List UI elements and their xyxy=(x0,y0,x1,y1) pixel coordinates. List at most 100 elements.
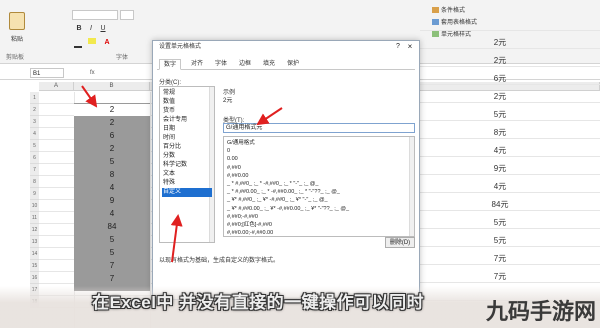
row-header[interactable]: 12 xyxy=(30,224,39,236)
cell-b-value[interactable]: 2 xyxy=(74,104,150,116)
row-header[interactable]: 10 xyxy=(30,200,39,212)
cell-b-value[interactable]: 84 xyxy=(74,221,150,233)
fx-label: fx xyxy=(90,70,95,76)
cell-right-value[interactable]: 7元 xyxy=(430,250,570,268)
tab-number[interactable]: 数字 xyxy=(159,59,182,70)
row-header[interactable]: 2 xyxy=(30,104,39,116)
row-header[interactable]: 5 xyxy=(30,140,39,152)
format-cells-dialog: 设置单元格格式 ? × 数字 对齐 字体 边框 填充 保护 分类(C): 常规数… xyxy=(152,40,420,300)
cell-right-value[interactable]: 2元 xyxy=(430,88,570,106)
cell-right-value[interactable]: 5元 xyxy=(430,106,570,124)
delete-button[interactable]: 删除(D) xyxy=(385,237,415,248)
help-icon[interactable]: ? xyxy=(393,41,403,53)
tab-alignment[interactable]: 对齐 xyxy=(187,59,207,70)
column-header-b[interactable]: B xyxy=(74,82,150,91)
row-header[interactable]: 8 xyxy=(30,176,39,188)
cell-right-value[interactable]: 5元 xyxy=(430,232,570,250)
cell-right-value[interactable]: 8元 xyxy=(430,124,570,142)
category-item[interactable]: 分数 xyxy=(162,152,212,161)
cell-b-value[interactable]: 5 xyxy=(74,247,150,259)
row-header[interactable]: 13 xyxy=(30,236,39,248)
table-icon xyxy=(432,19,439,26)
cell-b-value[interactable]: 4 xyxy=(74,182,150,194)
tab-border[interactable]: 边框 xyxy=(235,59,255,70)
bold-button[interactable]: B xyxy=(74,24,84,34)
format-as-table-button[interactable]: 套用表格格式 xyxy=(432,18,477,28)
border-icon[interactable] xyxy=(74,38,82,48)
row-header[interactable]: 1 xyxy=(30,92,39,104)
cell-right-value[interactable]: 2元 xyxy=(430,34,570,52)
underline-button[interactable]: U xyxy=(98,24,108,34)
site-watermark: 九码手游网 xyxy=(486,299,597,324)
cell-b-value[interactable]: 6 xyxy=(74,130,150,142)
category-item[interactable]: 科学记数 xyxy=(162,161,212,170)
cell-right-value[interactable]: 5元 xyxy=(430,214,570,232)
category-item[interactable]: 时间 xyxy=(162,134,212,143)
row-header[interactable]: 15 xyxy=(30,260,39,272)
row-header[interactable]: 3 xyxy=(30,116,39,128)
cell-right-value[interactable]: 2元 xyxy=(430,52,570,70)
format-code-item[interactable]: #,##0.00;-#,##0.00 xyxy=(226,229,406,238)
category-item[interactable]: 日期 xyxy=(162,125,212,134)
category-item[interactable]: 自定义 xyxy=(162,188,212,197)
category-item[interactable]: 数值 xyxy=(162,98,212,107)
row-header[interactable]: 4 xyxy=(30,128,39,140)
category-item[interactable]: 百分比 xyxy=(162,143,212,152)
category-label: 分类(C): xyxy=(159,80,181,86)
tab-protection[interactable]: 保护 xyxy=(283,59,303,70)
row-header[interactable]: 14 xyxy=(30,248,39,260)
row-header[interactable]: 9 xyxy=(30,188,39,200)
cell-b-value[interactable]: 9 xyxy=(74,195,150,207)
cell-right-value[interactable]: 4元 xyxy=(430,178,570,196)
row-header[interactable]: 16 xyxy=(30,272,39,284)
row-header[interactable]: 7 xyxy=(30,164,39,176)
category-item[interactable]: 常规 xyxy=(162,89,212,98)
cell-b-value[interactable]: 2 xyxy=(74,143,150,155)
format-code-list[interactable]: G/通用格式 0 0.00 #,##0 #,##0.00 _ * #,##0_ ;_ * … xyxy=(223,136,415,237)
cell-b-value[interactable]: 2 xyxy=(74,117,150,129)
row-header[interactable]: 6 xyxy=(30,152,39,164)
cell-right-value[interactable]: 6元 xyxy=(430,70,570,88)
conditional-format-button[interactable]: 条件格式 xyxy=(432,6,465,16)
italic-button[interactable]: I xyxy=(86,24,96,34)
font-group-label: 字体 xyxy=(116,55,129,61)
tab-font[interactable]: 字体 xyxy=(211,59,231,70)
sample-label: 示例 xyxy=(223,90,236,96)
conditional-format-label: 条件格式 xyxy=(441,8,466,14)
paste-label: 粘贴 xyxy=(10,37,23,43)
tab-fill[interactable]: 填充 xyxy=(259,59,279,70)
dialog-description: 以现有格式为基础，生成自定义的数字格式。 xyxy=(159,258,280,264)
paste-button[interactable]: 粘贴 xyxy=(6,10,28,44)
close-icon[interactable]: × xyxy=(405,41,415,53)
type-input[interactable]: G/通用格式元 xyxy=(223,123,415,133)
font-name-select[interactable] xyxy=(72,10,118,20)
video-caption: 在Excel中 并没有直接的一键操作可以同时 xyxy=(92,293,425,312)
cell-right-value[interactable]: 9元 xyxy=(430,160,570,178)
cell-b-value[interactable]: 7 xyxy=(74,273,150,285)
category-item[interactable]: 文本 xyxy=(162,170,212,179)
name-box[interactable]: B1 xyxy=(30,68,64,78)
cell-b-value[interactable]: 5 xyxy=(74,234,150,246)
font-color-icon[interactable]: A xyxy=(102,38,112,48)
fill-color-icon[interactable] xyxy=(88,38,96,44)
format-as-table-label: 套用表格格式 xyxy=(441,20,478,26)
category-item[interactable]: 特殊 xyxy=(162,179,212,188)
format-list-scrollbar[interactable] xyxy=(409,137,414,236)
row-header[interactable]: 11 xyxy=(30,212,39,224)
cell-b-value[interactable]: 8 xyxy=(74,169,150,181)
gridline-row xyxy=(420,30,600,31)
cell-right-value[interactable]: 84元 xyxy=(430,196,570,214)
fx-icon[interactable]: fx xyxy=(90,68,120,78)
cell-b-value[interactable]: 4 xyxy=(74,208,150,220)
cell-b-value[interactable]: 5 xyxy=(74,156,150,168)
cell-right-value[interactable]: 7元 xyxy=(430,268,570,286)
category-item[interactable]: 会计专用 xyxy=(162,116,212,125)
category-list[interactable]: 常规 数值 货币 会计专用 日期 时间 百分比 分数 科学记数 文本 特殊 自定义 xyxy=(159,86,215,243)
font-size-select[interactable] xyxy=(120,10,134,20)
category-item[interactable]: 货币 xyxy=(162,107,212,116)
clipboard-group-label: 剪贴板 xyxy=(6,55,25,61)
clipboard-icon xyxy=(9,12,25,30)
cell-right-value[interactable]: 4元 xyxy=(430,142,570,160)
column-header-a[interactable]: A xyxy=(39,82,74,91)
cell-b-value[interactable]: 7 xyxy=(74,260,150,272)
